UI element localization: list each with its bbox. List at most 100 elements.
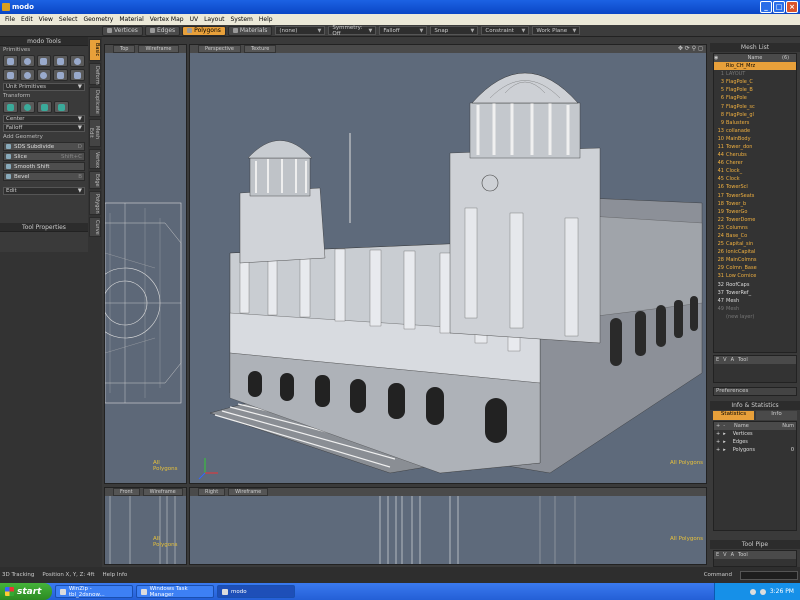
viewport-front-shading-button[interactable]: Wireframe (142, 488, 183, 496)
menu-layout[interactable]: Layout (201, 16, 227, 23)
tab-curve[interactable]: Curve (89, 217, 101, 237)
stat-row-polygons[interactable]: + ▸ Polygons 0 (714, 446, 796, 454)
command-input[interactable] (740, 570, 798, 580)
mesh-list-item[interactable]: 16 TowerScl (714, 183, 796, 191)
viewport-top-view-button[interactable]: Top (113, 45, 136, 53)
edit-dropdown[interactable]: Edit ▼ (3, 187, 85, 195)
mesh-list-item[interactable]: 22 TowerDome (714, 216, 796, 224)
tab-basic[interactable]: Basic (89, 39, 101, 61)
falloff-tool-dropdown[interactable]: Falloff ▼ (3, 124, 85, 132)
mesh-list-item[interactable]: 1 LAYOUT (714, 70, 796, 78)
edges-mode-button[interactable]: Edges (144, 25, 181, 36)
materials-mode-button[interactable]: Materials (227, 25, 273, 36)
smooth-shift-button[interactable]: Smooth Shift (3, 162, 85, 171)
mesh-list-item[interactable]: 13 collanade (714, 127, 796, 135)
stat-row-edges[interactable]: + ▸ Edges (714, 438, 796, 446)
mesh-list-item[interactable]: 29 Colmn_Base (714, 264, 796, 272)
move-tool-button[interactable] (3, 101, 18, 113)
preferences-button[interactable]: Preferences (713, 387, 797, 396)
mesh-list-item[interactable]: 23 Columns (714, 224, 796, 232)
symmetry-dropdown[interactable]: Symmetry: Off ▼ (328, 25, 377, 37)
network-icon[interactable] (749, 588, 756, 595)
mesh-list-item[interactable]: 9 Balusters (714, 119, 796, 127)
viewport-right-view-button[interactable]: Right (198, 488, 226, 496)
scale-tool-button[interactable] (37, 101, 52, 113)
menu-edit[interactable]: Edit (18, 16, 36, 23)
work-plane-dropdown[interactable]: Work Plane ▼ (532, 26, 581, 35)
viewport-top[interactable]: Top Wireframe All Polygons (104, 44, 187, 484)
viewport-front[interactable]: Front Wireframe All Polygons (104, 487, 187, 565)
mesh-list-item[interactable]: 25 Capital_sin (714, 240, 796, 248)
tab-info[interactable]: Info (756, 411, 797, 420)
plane-tool-button[interactable] (3, 69, 18, 81)
torus-tool-button[interactable] (36, 69, 52, 81)
cylinder-tool-button[interactable] (36, 55, 52, 67)
bevel-button[interactable]: Bevel B (3, 172, 85, 181)
mesh-list-item[interactable]: 28 MainColmns (714, 256, 796, 264)
mesh-list-item[interactable]: 10 MainBody (714, 135, 796, 143)
tab-polygon[interactable]: Polygon (89, 191, 101, 215)
menu-system[interactable]: System (228, 16, 256, 23)
snap-dropdown[interactable]: Snap ▼ (430, 26, 479, 35)
mesh-list-item[interactable]: Rio_CH_Mrz (714, 62, 796, 71)
falloff-dropdown[interactable]: Falloff ▼ (379, 26, 428, 35)
mesh-list-item[interactable]: 7 FlagPole_sc (714, 102, 796, 110)
mesh-list-item[interactable]: 41 Clock_ (714, 167, 796, 175)
mesh-list-item[interactable]: 32 RoofCaps (714, 281, 796, 289)
menu-vertex-map[interactable]: Vertex Map (147, 16, 187, 23)
viewport-perspective[interactable]: Perspective Texture ✥ ⟳ ⚲ ◻ All Polygons (189, 44, 707, 484)
mesh-list-item[interactable]: 19 TowerGo (714, 208, 796, 216)
sds-subdivide-button[interactable]: SDS Subdivide D (3, 142, 85, 151)
mesh-list-item[interactable]: 17 TowerSeats (714, 192, 796, 200)
cube-tool-button[interactable] (3, 55, 18, 67)
mesh-list-item[interactable]: 46 Cherer (714, 159, 796, 167)
maximize-button[interactable]: □ (773, 1, 785, 13)
viewport-right[interactable]: Right Wireframe All Polygons (189, 487, 707, 565)
tab-duplicate[interactable]: Duplicate (89, 87, 101, 117)
viewport-front-view-button[interactable]: Front (113, 488, 140, 496)
polygons-mode-button[interactable]: Polygons (182, 25, 226, 36)
slice-button[interactable]: Slice Shift+C (3, 152, 85, 161)
constraint-dropdown[interactable]: Constraint ▼ (481, 26, 530, 35)
volume-icon[interactable] (759, 588, 766, 595)
solid-tool-button[interactable] (70, 69, 85, 81)
tab-deform[interactable]: Deform (89, 63, 101, 85)
mesh-list-item[interactable]: 11 Tower_don (714, 143, 796, 151)
mesh-list-item[interactable]: 8 FlagPole_gl (714, 111, 796, 119)
viewport-perspective-shading-button[interactable]: Texture (243, 45, 277, 53)
mesh-list-item[interactable]: 45 Clock (714, 175, 796, 183)
cone-tool-button[interactable] (53, 55, 69, 67)
viewport-perspective-view-button[interactable]: Perspective (198, 45, 241, 53)
mesh-list-item[interactable]: 44 Cherubs (714, 151, 796, 159)
mesh-list-item[interactable]: 5 FlagPole_B (714, 86, 796, 94)
menu-geometry[interactable]: Geometry (80, 16, 116, 23)
tab-mesh-edit[interactable]: Mesh Edit (88, 119, 101, 147)
disc-tool-button[interactable] (19, 69, 35, 81)
mesh-list-item[interactable]: 37 TowerRef_ (714, 289, 796, 297)
tab-vertex[interactable]: Vertex (89, 149, 101, 169)
unit-primitives-dropdown[interactable]: Unit Primitives ▼ (3, 83, 85, 91)
menu-file[interactable]: File (2, 16, 18, 23)
stat-row-vertices[interactable]: + ▸ Vertices (714, 430, 796, 438)
tab-statistics[interactable]: Statistics (713, 411, 754, 420)
item-dropdown[interactable]: (none) ▼ (275, 26, 326, 35)
menu-view[interactable]: View (36, 16, 56, 23)
tab-edge[interactable]: Edge (89, 171, 101, 189)
start-button[interactable]: start (0, 583, 52, 600)
minimize-button[interactable]: _ (760, 1, 772, 13)
mesh-list-item[interactable]: 3 FlagPole_C (714, 78, 796, 86)
capsule-tool-button[interactable] (70, 55, 85, 67)
menu-uv[interactable]: UV (187, 16, 202, 23)
close-button[interactable]: × (786, 1, 798, 13)
viewport-top-shading-button[interactable]: Wireframe (138, 45, 179, 53)
taskbar-modo[interactable]: modo (217, 585, 295, 598)
viewport-nav-icons[interactable]: ✥ ⟳ ⚲ ◻ (678, 45, 703, 52)
mesh-list-item[interactable]: 18 Tower_b (714, 200, 796, 208)
menu-help[interactable]: Help (256, 16, 276, 23)
rotate-tool-button[interactable] (20, 101, 35, 113)
vertices-mode-button[interactable]: Vertices (102, 25, 143, 36)
menu-material[interactable]: Material (116, 16, 146, 23)
center-dropdown[interactable]: Center ▼ (3, 115, 85, 123)
mesh-list-item[interactable]: (new layer) (714, 313, 796, 321)
taskbar-task-manager[interactable]: Windows Task Manager (136, 585, 214, 598)
